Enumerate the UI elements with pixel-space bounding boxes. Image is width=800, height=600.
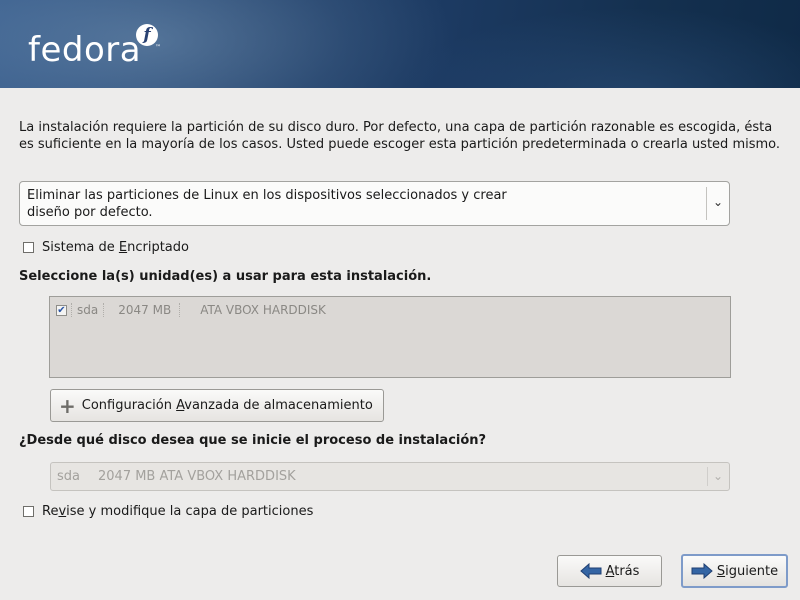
drive-row[interactable]: ✔ sda 2047 MB ATA VBOX HARDDISK bbox=[56, 303, 331, 317]
back-button[interactable]: Atrás bbox=[557, 555, 662, 587]
encrypt-system-label: Sistema de Encriptado bbox=[42, 240, 189, 255]
drive-list[interactable]: ✔ sda 2047 MB ATA VBOX HARDDISK bbox=[49, 296, 731, 378]
fedora-logo: fedora bbox=[28, 30, 142, 70]
drive-model: ATA VBOX HARDDISK bbox=[179, 303, 331, 317]
drives-section-title: Seleccione la(s) unidad(es) a usar para … bbox=[19, 269, 432, 284]
drive-checkbox[interactable]: ✔ bbox=[56, 304, 67, 316]
chevron-down-icon: ⌄ bbox=[712, 469, 723, 483]
arrow-left-icon bbox=[579, 563, 602, 579]
fedora-infinity-icon: f bbox=[136, 24, 158, 46]
boot-disk-selected: sda 2047 MB ATA VBOX HARDDISK bbox=[57, 469, 296, 484]
review-partitions-label: Revise y modifique la capa de particione… bbox=[42, 504, 314, 519]
encrypt-system-checkbox[interactable]: Sistema de Encriptado bbox=[23, 240, 189, 255]
intro-text: La instalación requiere la partición de … bbox=[19, 120, 781, 152]
trademark-symbol: ™ bbox=[155, 44, 161, 51]
partition-layout-selected: Eliminar las particiones de Linux en los… bbox=[27, 188, 507, 220]
review-partitions-checkbox[interactable]: Revise y modifique la capa de particione… bbox=[23, 504, 313, 519]
chevron-down-icon[interactable]: ⌄ bbox=[713, 195, 723, 209]
advanced-storage-button[interactable]: + Configuración Avanzada de almacenamien… bbox=[50, 389, 384, 422]
boot-disk-select: sda 2047 MB ATA VBOX HARDDISK ⌄ bbox=[50, 462, 730, 491]
arrow-right-icon bbox=[691, 563, 713, 579]
drive-name: sda bbox=[71, 303, 103, 317]
partition-layout-select[interactable]: Eliminar las particiones de Linux en los… bbox=[19, 181, 730, 226]
drive-size: 2047 MB bbox=[103, 303, 179, 317]
next-label: Siguiente bbox=[716, 563, 779, 579]
plus-icon: + bbox=[59, 393, 76, 418]
boot-disk-section-title: ¿Desde qué disco desea que se inicie el … bbox=[19, 433, 487, 448]
combo-separator bbox=[707, 467, 708, 486]
checkbox-box[interactable] bbox=[23, 242, 34, 253]
checkbox-box[interactable] bbox=[23, 506, 34, 517]
next-button[interactable]: Siguiente bbox=[681, 554, 788, 588]
combo-separator bbox=[706, 187, 707, 220]
advanced-storage-label: Configuración Avanzada de almacenamiento bbox=[81, 398, 373, 413]
back-label: Atrás bbox=[605, 563, 640, 579]
